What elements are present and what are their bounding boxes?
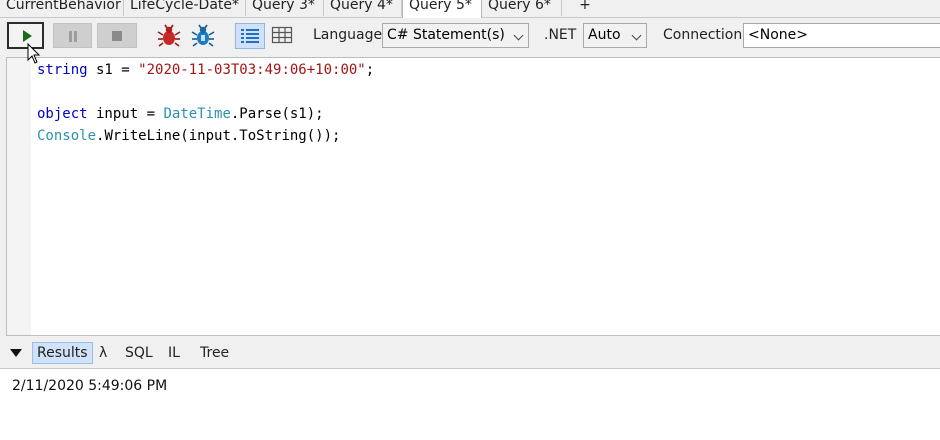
connection-select[interactable]: <None> — [743, 23, 940, 48]
results-tab-strip: Results λ SQL IL Tree — [0, 340, 940, 365]
tab-tree[interactable]: Tree — [196, 342, 233, 364]
tab-lambda[interactable]: λ — [95, 342, 111, 364]
tab-query-6[interactable]: Query 6* — [482, 0, 562, 16]
results-grid-button[interactable] — [268, 23, 298, 49]
tab-query-3[interactable]: Query 3* — [246, 0, 324, 16]
tab-query-4[interactable]: Query 4* — [324, 0, 402, 16]
pause-icon — [69, 31, 72, 42]
mouse-cursor-icon — [27, 43, 41, 64]
connection-label: Connection — [663, 27, 743, 43]
bug-red-icon[interactable] — [157, 24, 181, 48]
result-output: 2/11/2020 5:49:06 PM — [12, 378, 168, 394]
code-text[interactable]: string s1 = "2020-11-03T03:49:06+10:00";… — [37, 59, 374, 147]
editor-gutter — [7, 58, 31, 335]
tab-results[interactable]: Results — [32, 342, 93, 364]
language-select-value: C# Statement(s) — [387, 27, 505, 43]
triangle-down-icon[interactable] — [10, 349, 22, 357]
dotnet-select-value: Auto — [588, 27, 621, 43]
pause-button[interactable] — [53, 23, 92, 48]
stop-icon — [112, 31, 122, 41]
tab-lifecycle-date[interactable]: LifeCycle-Date* — [124, 0, 246, 16]
tab-query-5[interactable]: Query 5* — [402, 0, 482, 18]
bug-blue-icon[interactable] — [191, 24, 215, 48]
chevron-down-icon — [631, 30, 642, 41]
language-select[interactable]: C# Statement(s) — [382, 23, 529, 48]
code-line-4: Console.WriteLine(input.ToString()); — [37, 128, 341, 144]
results-pane: 2/11/2020 5:49:06 PM — [0, 368, 940, 440]
results-rich-button[interactable] — [235, 23, 265, 49]
results-grid-icon — [271, 26, 293, 44]
query-toolbar: Language C# Statement(s) .NET Auto Conne… — [0, 18, 940, 56]
connection-select-value: <None> — [748, 27, 808, 43]
tab-il[interactable]: IL — [164, 342, 184, 364]
code-line-3: object input = DateTime.Parse(s1); — [37, 106, 324, 122]
tab-currentbehavior[interactable]: CurrentBehavior — [0, 0, 124, 16]
code-editor[interactable]: string s1 = "2020-11-03T03:49:06+10:00";… — [6, 57, 940, 336]
tab-sql[interactable]: SQL — [121, 342, 157, 364]
chevron-down-icon — [513, 30, 524, 41]
stop-button[interactable] — [97, 23, 137, 48]
code-line-1: string s1 = "2020-11-03T03:49:06+10:00"; — [37, 62, 375, 78]
results-rich-icon — [241, 29, 259, 43]
play-icon — [23, 30, 32, 42]
dotnet-label: .NET — [544, 27, 577, 43]
language-label: Language — [313, 27, 383, 43]
new-tab-button[interactable]: + — [562, 0, 608, 16]
dotnet-select[interactable]: Auto — [583, 23, 647, 48]
query-tab-strip: CurrentBehavior LifeCycle-Date* Query 3*… — [0, 0, 940, 18]
